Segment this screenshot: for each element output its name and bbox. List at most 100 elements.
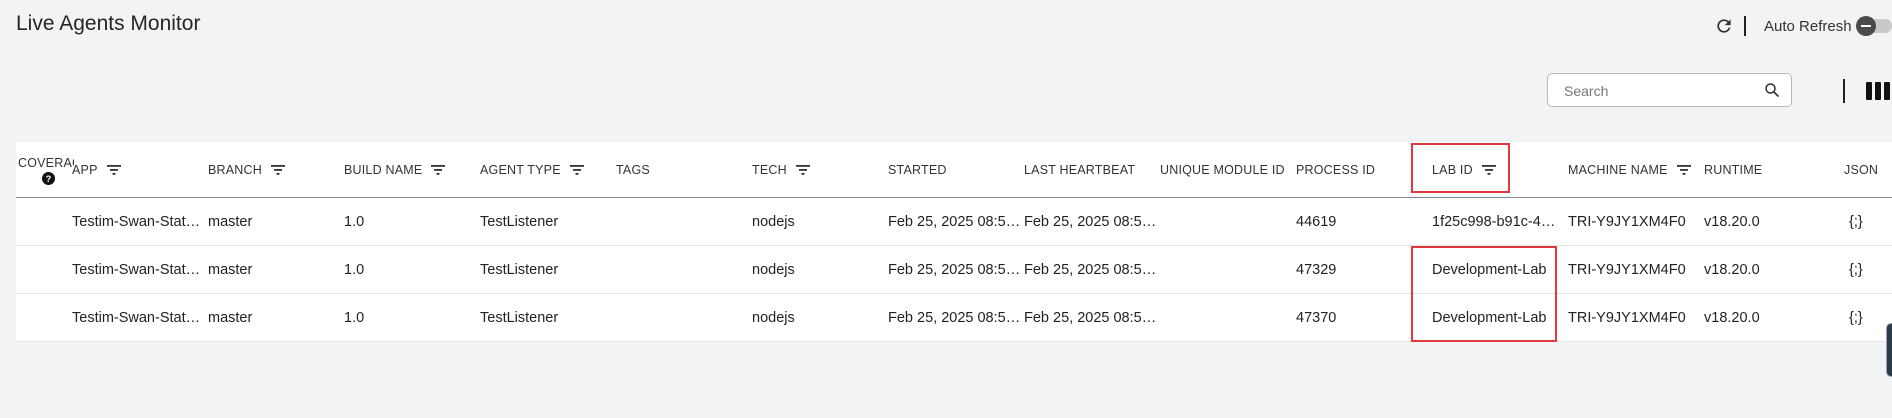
cell-started: Feb 25, 2025 08:56…: [888, 213, 1022, 230]
cell-runtime: v18.20.0: [1704, 213, 1760, 230]
cell-machine-name: TRI-Y9JY1XM4F0: [1568, 213, 1686, 230]
cell-branch: master: [208, 213, 253, 230]
search-icon[interactable]: [1763, 81, 1781, 99]
cell-runtime: v18.20.0: [1704, 309, 1760, 326]
filter-icon[interactable]: [1481, 164, 1496, 176]
cell-unique-module-id: [1160, 246, 1290, 293]
cell-branch: master: [208, 261, 253, 278]
cell-process-id: 47370: [1296, 309, 1337, 326]
filter-icon[interactable]: [795, 164, 810, 176]
column-header-coverage[interactable]: COVERAG ?: [18, 142, 74, 197]
cell-agent-type: TestListener: [480, 261, 559, 278]
cell-tags: [616, 246, 746, 293]
cell-coverage: [18, 294, 68, 341]
cell-coverage: [18, 198, 68, 245]
column-header-build-name[interactable]: BUILD NAME: [344, 142, 446, 197]
cell-tags: [616, 198, 746, 245]
cell-started: Feb 25, 2025 08:58…: [888, 261, 1022, 278]
cell-lab-id: Development-Lab: [1432, 309, 1547, 326]
cell-build-name: 1.0: [344, 309, 365, 326]
cell-runtime: v18.20.0: [1704, 261, 1760, 278]
cell-tech: nodejs: [752, 309, 795, 326]
cell-machine-name: TRI-Y9JY1XM4F0: [1568, 261, 1686, 278]
column-header-tech[interactable]: TECH: [752, 142, 810, 197]
cell-process-id: 47329: [1296, 261, 1337, 278]
column-header-label: UNIQUE MODULE ID: [1160, 162, 1285, 177]
cell-build-name: 1.0: [344, 261, 365, 278]
table-row[interactable]: Testim-Swan-Stati… master 1.0 TestListen…: [16, 294, 1892, 342]
auto-refresh-toggle[interactable]: [1856, 16, 1892, 36]
column-header-app[interactable]: APP: [72, 142, 121, 197]
column-header-json[interactable]: JSON: [1844, 142, 1878, 197]
column-header-label: STARTED: [888, 162, 947, 177]
page-title: Live Agents Monitor: [16, 12, 201, 35]
column-header-label: AGENT TYPE: [480, 162, 561, 177]
filter-icon[interactable]: [270, 164, 285, 176]
cell-tech: nodejs: [752, 213, 795, 230]
column-header-label: RUNTIME: [1704, 162, 1763, 177]
column-header-label: TECH: [752, 162, 787, 177]
search-input[interactable]: [1562, 74, 1756, 108]
cell-app: Testim-Swan-Stati…: [72, 213, 202, 230]
cell-unique-module-id: [1160, 198, 1290, 245]
cell-last-heartbeat: Feb 25, 2025 08:58…: [1024, 309, 1158, 326]
columns-icon[interactable]: [1866, 82, 1890, 100]
filter-icon[interactable]: [106, 164, 121, 176]
agents-table: COVERAG ? APP BRANCH BUILD NAME AGENT TY…: [16, 142, 1892, 342]
column-header-unique-module-id[interactable]: UNIQUE MODULE ID: [1160, 142, 1285, 197]
json-view-button[interactable]: {;}: [1849, 198, 1879, 245]
column-header-label: LAB ID: [1432, 162, 1473, 177]
column-header-tags[interactable]: TAGS: [616, 142, 650, 197]
cell-agent-type: TestListener: [480, 213, 559, 230]
column-header-label: COVERAG: [18, 156, 74, 170]
column-header-label: BRANCH: [208, 162, 262, 177]
json-view-button[interactable]: {;}: [1849, 246, 1879, 293]
svg-text:?: ?: [46, 174, 52, 184]
cell-branch: master: [208, 309, 253, 326]
cell-last-heartbeat: Feb 25, 2025 08:58…: [1024, 261, 1158, 278]
filter-icon[interactable]: [1676, 164, 1691, 176]
column-header-last-heartbeat[interactable]: LAST HEARTBEAT: [1024, 142, 1135, 197]
column-header-started[interactable]: STARTED: [888, 142, 947, 197]
header-divider: [1744, 16, 1746, 36]
cell-started: Feb 25, 2025 08:58…: [888, 309, 1022, 326]
column-header-label: BUILD NAME: [344, 162, 423, 177]
column-header-label: PROCESS ID: [1296, 162, 1376, 177]
search-box: [1547, 73, 1792, 108]
column-header-label: MACHINE NAME: [1568, 162, 1668, 177]
table-row[interactable]: Testim-Swan-Stati… master 1.0 TestListen…: [16, 198, 1892, 246]
column-header-branch[interactable]: BRANCH: [208, 142, 285, 197]
cell-last-heartbeat: Feb 25, 2025 08:56…: [1024, 213, 1158, 230]
cell-app: Testim-Swan-Stati…: [72, 309, 202, 326]
table-row[interactable]: Testim-Swan-Stati… master 1.0 TestListen…: [16, 246, 1892, 294]
filter-icon[interactable]: [569, 164, 584, 176]
cell-build-name: 1.0: [344, 213, 365, 230]
column-header-label: JSON: [1844, 162, 1879, 177]
cell-tech: nodejs: [752, 261, 795, 278]
toolbar-divider: [1843, 79, 1845, 103]
column-header-agent-type[interactable]: AGENT TYPE: [480, 142, 584, 197]
auto-refresh-label: Auto Refresh: [1764, 18, 1852, 35]
refresh-icon[interactable]: [1714, 16, 1734, 36]
cell-tags: [616, 294, 746, 341]
help-icon[interactable]: ?: [42, 172, 55, 185]
json-view-button[interactable]: {;}: [1849, 294, 1879, 341]
filter-icon[interactable]: [431, 164, 446, 176]
cell-lab-id: Development-Lab: [1432, 261, 1547, 278]
column-header-label: TAGS: [616, 162, 650, 177]
table-header: COVERAG ? APP BRANCH BUILD NAME AGENT TY…: [16, 142, 1892, 198]
column-header-process-id[interactable]: PROCESS ID: [1296, 142, 1375, 197]
cell-agent-type: TestListener: [480, 309, 559, 326]
cell-process-id: 44619: [1296, 213, 1337, 230]
cell-machine-name: TRI-Y9JY1XM4F0: [1568, 309, 1686, 326]
cell-lab-id: 1f25c998-b91c-4c…: [1432, 213, 1562, 230]
column-header-label: LAST HEARTBEAT: [1024, 162, 1136, 177]
cell-coverage: [18, 246, 68, 293]
cell-unique-module-id: [1160, 294, 1290, 341]
cell-app: Testim-Swan-Stati…: [72, 261, 202, 278]
scrollbar-handle[interactable]: [1886, 323, 1892, 377]
column-header-lab-id[interactable]: LAB ID: [1432, 142, 1496, 197]
column-header-runtime[interactable]: RUNTIME: [1704, 142, 1762, 197]
column-header-machine-name[interactable]: MACHINE NAME: [1568, 142, 1691, 197]
column-header-label: APP: [72, 162, 98, 177]
